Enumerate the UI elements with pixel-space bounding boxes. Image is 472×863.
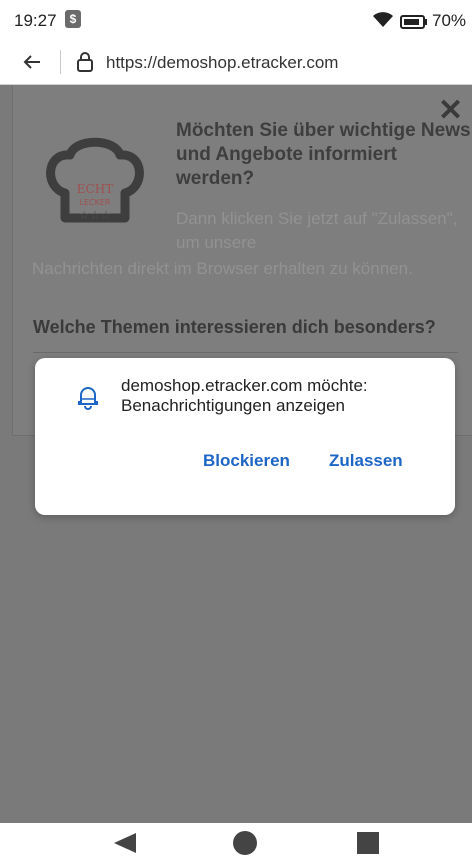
nav-recents-icon[interactable] [357,832,379,854]
url-divider [60,50,61,74]
url-text[interactable]: https://demoshop.etracker.com [106,53,338,73]
status-bar: 19:27 $ 70% [0,0,472,40]
divider [33,352,458,353]
battery-percent: 70% [432,11,467,30]
nav-home-icon[interactable] [233,831,257,855]
notification-permission-dialog: demoshop.etracker.com möchte: Benachrich… [35,358,455,515]
logo-text-2: LECKER [80,198,111,207]
battery-icon [400,14,428,34]
allow-button[interactable]: Zulassen [327,447,405,475]
svg-text:☆☆☆: ☆☆☆ [79,208,111,222]
status-time: 19:27 [14,11,57,30]
prompt-headline: Möchten Sie über wichtige News und Angeb… [176,120,471,189]
app-notification-icon: $ [65,10,81,28]
lock-icon[interactable] [76,52,94,77]
browser-url-bar: https://demoshop.etracker.com [0,40,472,85]
prompt-subtext-continued: Nachrichten direkt im Browser erhalten z… [32,259,413,278]
bell-icon [77,384,99,415]
topics-heading: Welche Themen interessieren dich besonde… [33,317,436,337]
back-arrow-icon[interactable] [22,52,42,78]
system-nav-bar [0,823,472,863]
prompt-subtext: Dann klicken Sie jetzt auf "Zulassen", u… [176,209,458,252]
logo-text-1: ECHT [77,182,113,196]
wifi-icon [372,11,394,34]
dialog-message: demoshop.etracker.com möchte: Benachrich… [121,376,368,415]
chef-hat-logo-icon: ECHT LECKER ☆☆☆ [40,133,150,248]
nav-back-icon[interactable] [112,831,138,860]
block-button[interactable]: Blockieren [201,447,292,475]
